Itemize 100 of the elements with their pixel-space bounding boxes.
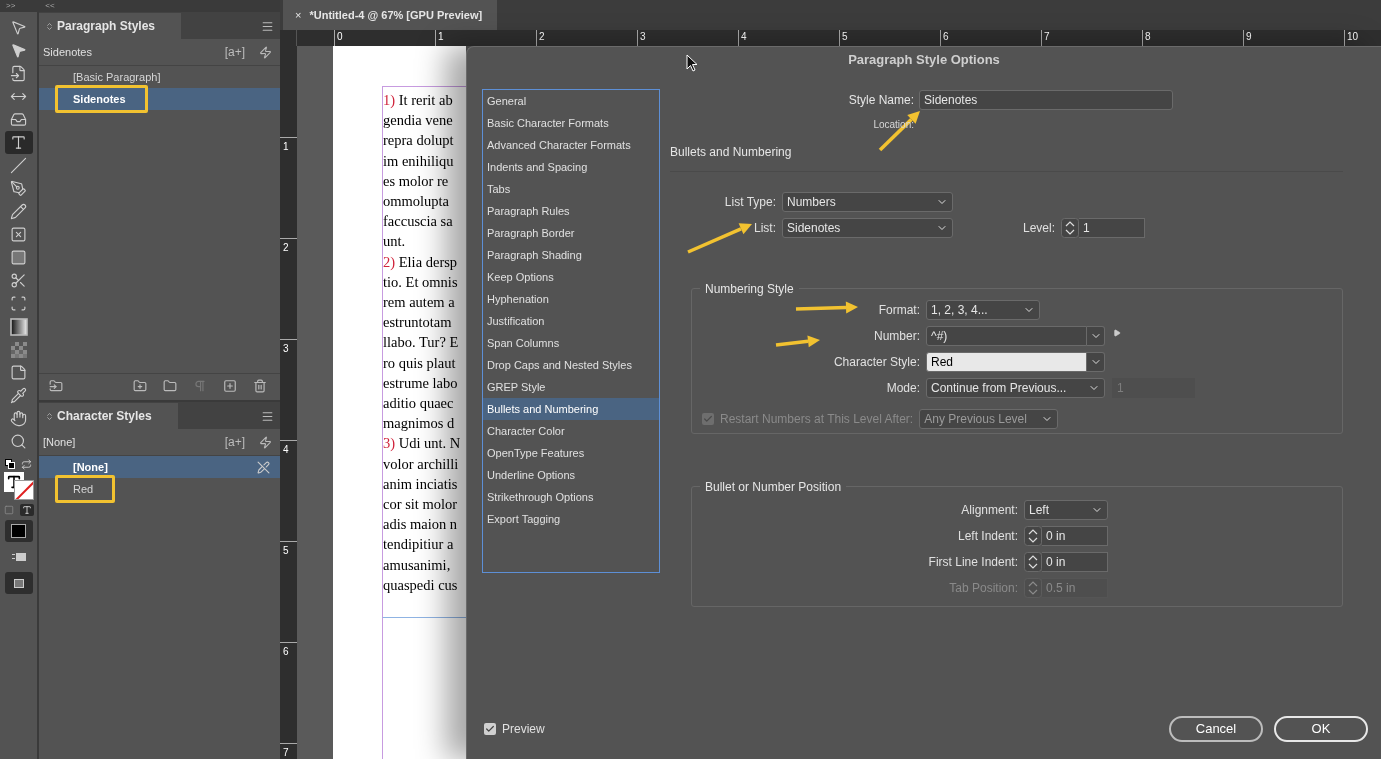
ruler-number: 10	[1347, 31, 1359, 42]
stepper-arrows-icon[interactable]	[1024, 552, 1042, 572]
body-text: cor sit molor	[383, 496, 458, 513]
fill-stroke-swatch[interactable]	[3, 472, 34, 500]
body-text: Udi unt. N	[398, 435, 461, 452]
dropdown[interactable]: Sidenotes	[782, 218, 953, 238]
stepper-arrows-icon[interactable]	[1061, 218, 1080, 238]
combo-field[interactable]: ^#)	[926, 326, 1087, 346]
category-item[interactable]: GREP Style	[483, 376, 659, 398]
fill-color-swatch[interactable]	[4, 520, 33, 542]
dropdown[interactable]: Continue from Previous...	[926, 378, 1105, 398]
category-item[interactable]: Justification	[483, 310, 659, 332]
category-item[interactable]: Paragraph Shading	[483, 244, 659, 266]
dropdown[interactable]: Numbers	[782, 192, 953, 212]
category-item[interactable]: Basic Character Formats	[483, 112, 659, 134]
ruler-number: 6	[283, 646, 289, 657]
body-text: tio. Et omnis	[383, 273, 458, 290]
category-item[interactable]: Indents and Spacing	[483, 156, 659, 178]
number-field[interactable]: 0 in	[1042, 526, 1108, 546]
close-button[interactable]: ×	[295, 6, 302, 24]
body-text: gendia vene	[383, 112, 453, 129]
annotation-arrow	[775, 335, 820, 348]
style-item[interactable]: Sidenotes	[39, 88, 280, 110]
body-text: Elia dersp	[398, 253, 458, 270]
stepper-arrows-icon[interactable]	[1024, 526, 1042, 546]
dropdown-button[interactable]	[1087, 326, 1105, 346]
category-item[interactable]: Drop Caps and Nested Styles	[483, 354, 659, 376]
dropdown[interactable]: 1, 2, 3, 4...	[926, 300, 1040, 320]
field-label: Number:	[874, 328, 920, 345]
body-text: im enihiliqu	[383, 152, 454, 169]
category-item[interactable]: Underline Options	[483, 464, 659, 486]
swap-icon[interactable]	[21, 459, 32, 470]
category-item[interactable]: Advanced Character Formats	[483, 134, 659, 156]
ruler-number: 0	[337, 31, 343, 42]
dropdown-button[interactable]	[1087, 352, 1105, 372]
field-label: Character Style:	[833, 354, 920, 371]
body-text: es molor re	[383, 172, 449, 189]
category-item[interactable]: OpenType Features	[483, 442, 659, 464]
body-text: faccuscia sa	[383, 213, 453, 230]
folder-plus-icon[interactable]	[133, 378, 147, 393]
new-style-button[interactable]: [a+]	[224, 43, 245, 61]
dropdown[interactable]: Left	[1024, 500, 1108, 520]
screen-mode-icon[interactable]	[4, 572, 33, 594]
category-item[interactable]: Bullets and Numbering	[483, 398, 659, 420]
style-item[interactable]: [None]	[39, 456, 280, 478]
checkbox[interactable]	[484, 723, 496, 735]
panel-tab[interactable]: Paragraph Styles	[39, 13, 182, 39]
panel-menu-icon[interactable]	[261, 20, 274, 33]
style-item[interactable]: Red	[39, 478, 280, 500]
dialog-title: Paragraph Style Options	[848, 51, 1000, 70]
style-item[interactable]: [Basic Paragraph]	[39, 66, 280, 88]
group-title: Bullet or Number Position	[705, 480, 842, 494]
panel-tab[interactable]: Character Styles	[39, 403, 178, 429]
view-mode-icon[interactable]	[10, 550, 27, 562]
section-title: Bullets and Numbering	[670, 145, 792, 159]
ok-button[interactable]: OK	[1274, 716, 1368, 742]
expand-toggle[interactable]: >>	[6, 0, 16, 12]
field-label: Left Indent:	[957, 528, 1018, 545]
category-item[interactable]: Span Columns	[483, 332, 659, 354]
style-name-field[interactable]: Sidenotes	[919, 90, 1173, 110]
type-icon[interactable]	[4, 131, 33, 154]
category-item[interactable]: Export Tagging	[483, 508, 659, 530]
body-text: estruntotam	[383, 314, 452, 331]
body-text: adis maion n	[383, 516, 458, 533]
ruler-number: 5	[842, 31, 848, 42]
body-text: amusanimi,	[383, 556, 451, 573]
text-format-icon[interactable]	[19, 504, 34, 516]
field-label: List Type:	[724, 194, 776, 211]
cancel-button[interactable]: Cancel	[1169, 716, 1263, 742]
category-item[interactable]: Character Color	[483, 420, 659, 442]
collapse-icon[interactable]	[45, 21, 54, 31]
body-text: volor archilli	[383, 455, 459, 472]
field-label: Style Name:	[848, 92, 914, 109]
clear-override-icon[interactable]	[257, 460, 270, 474]
panel-menu-icon[interactable]	[261, 410, 274, 423]
category-item[interactable]: General	[483, 90, 659, 112]
category-item[interactable]: Paragraph Rules	[483, 200, 659, 222]
flyout-triangle-icon[interactable]	[1113, 329, 1121, 337]
category-item[interactable]: Keep Options	[483, 266, 659, 288]
body-text: repra dolupt	[383, 132, 454, 149]
lightning-icon[interactable]	[259, 45, 272, 59]
folder-icon[interactable]	[163, 378, 177, 393]
collapse-icon[interactable]	[45, 411, 54, 421]
new-style-icon[interactable]	[223, 378, 237, 393]
combo-field[interactable]: Red	[926, 352, 1087, 372]
collapse-toggle[interactable]: <<	[45, 0, 55, 12]
new-style-button[interactable]: [a+]	[224, 433, 245, 451]
body-text: ro quis plaut	[383, 354, 456, 371]
category-item[interactable]: Hyphenation	[483, 288, 659, 310]
default-colors-icon[interactable]	[5, 459, 15, 469]
trash-icon[interactable]	[253, 378, 267, 393]
document-tab[interactable]: × *Untitled-4 @ 67% [GPU Preview]	[283, 0, 497, 30]
category-item[interactable]: Paragraph Border	[483, 222, 659, 244]
lightning-icon[interactable]	[259, 435, 272, 449]
number-field[interactable]: 1	[1079, 218, 1146, 238]
number-field[interactable]: 0 in	[1042, 552, 1108, 572]
category-item[interactable]: Tabs	[483, 178, 659, 200]
category-item[interactable]: Strikethrough Options	[483, 486, 659, 508]
ruler-number: 9	[1246, 31, 1252, 42]
load-styles-icon[interactable]	[49, 378, 63, 393]
